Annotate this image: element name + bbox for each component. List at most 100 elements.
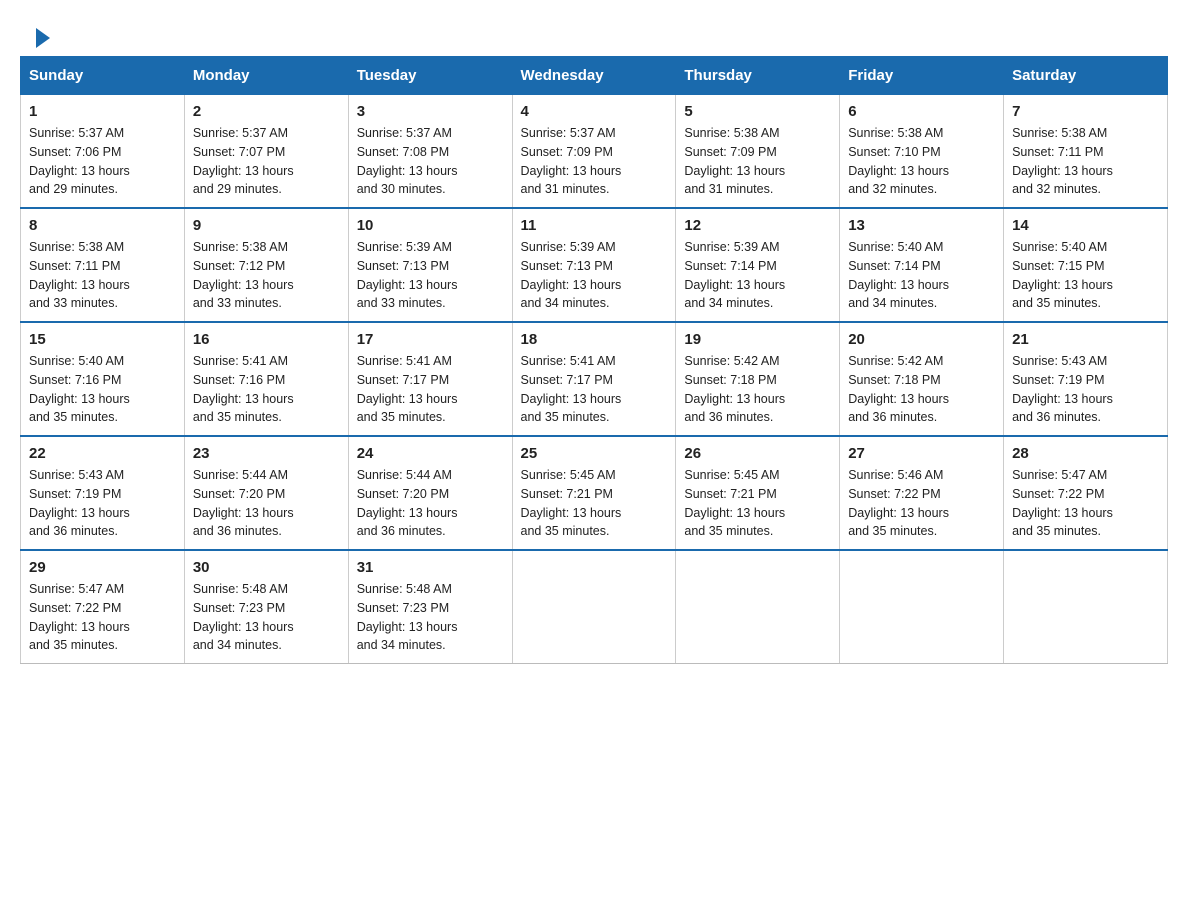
day-number: 7 xyxy=(1012,103,1159,120)
day-info: Sunrise: 5:39 AMSunset: 7:14 PMDaylight:… xyxy=(684,238,831,313)
day-cell-15: 15 Sunrise: 5:40 AMSunset: 7:16 PMDayligh… xyxy=(21,322,185,436)
logo-arrow-icon xyxy=(36,28,50,48)
weekday-header-monday: Monday xyxy=(184,57,348,95)
day-info: Sunrise: 5:43 AMSunset: 7:19 PMDaylight:… xyxy=(29,466,176,541)
week-row-4: 22 Sunrise: 5:43 AMSunset: 7:19 PMDayligh… xyxy=(21,436,1168,550)
day-info: Sunrise: 5:42 AMSunset: 7:18 PMDaylight:… xyxy=(848,352,995,427)
day-info: Sunrise: 5:40 AMSunset: 7:14 PMDaylight:… xyxy=(848,238,995,313)
week-row-2: 8Sunrise: 5:38 AMSunset: 7:11 PMDaylight… xyxy=(21,208,1168,322)
day-number: 4 xyxy=(521,103,668,120)
day-cell-6: 6Sunrise: 5:38 AMSunset: 7:10 PMDaylight… xyxy=(840,95,1004,209)
day-cell-23: 23 Sunrise: 5:44 AMSunset: 7:20 PMDayligh… xyxy=(184,436,348,550)
day-cell-5: 5Sunrise: 5:38 AMSunset: 7:09 PMDaylight… xyxy=(676,95,840,209)
day-cell-20: 20 Sunrise: 5:42 AMSunset: 7:18 PMDayligh… xyxy=(840,322,1004,436)
day-number: 11 xyxy=(521,217,668,234)
day-info: Sunrise: 5:44 AMSunset: 7:20 PMDaylight:… xyxy=(193,466,340,541)
day-info: Sunrise: 5:39 AMSunset: 7:13 PMDaylight:… xyxy=(357,238,504,313)
day-number: 9 xyxy=(193,217,340,234)
day-cell-26: 26Sunrise: 5:45 AMSunset: 7:21 PMDayligh… xyxy=(676,436,840,550)
day-cell-14: 14 Sunrise: 5:40 AMSunset: 7:15 PMDayligh… xyxy=(1004,208,1168,322)
day-info: Sunrise: 5:41 AMSunset: 7:16 PMDaylight:… xyxy=(193,352,340,427)
day-number: 27 xyxy=(848,445,995,462)
day-cell-13: 13 Sunrise: 5:40 AMSunset: 7:14 PMDayligh… xyxy=(840,208,1004,322)
weekday-header-sunday: Sunday xyxy=(21,57,185,95)
day-number: 10 xyxy=(357,217,504,234)
day-info: Sunrise: 5:47 AMSunset: 7:22 PMDaylight:… xyxy=(1012,466,1159,541)
day-info: Sunrise: 5:41 AMSunset: 7:17 PMDaylight:… xyxy=(521,352,668,427)
day-number: 23 xyxy=(193,445,340,462)
day-info: Sunrise: 5:42 AMSunset: 7:18 PMDaylight:… xyxy=(684,352,831,427)
day-number: 15 xyxy=(29,331,176,348)
weekday-header-row: SundayMondayTuesdayWednesdayThursdayFrid… xyxy=(21,57,1168,95)
day-info: Sunrise: 5:40 AMSunset: 7:16 PMDaylight:… xyxy=(29,352,176,427)
week-row-3: 15 Sunrise: 5:40 AMSunset: 7:16 PMDayligh… xyxy=(21,322,1168,436)
day-number: 3 xyxy=(357,103,504,120)
day-info: Sunrise: 5:37 AMSunset: 7:08 PMDaylight:… xyxy=(357,124,504,199)
day-number: 12 xyxy=(684,217,831,234)
weekday-header-thursday: Thursday xyxy=(676,57,840,95)
day-cell-28: 28Sunrise: 5:47 AMSunset: 7:22 PMDayligh… xyxy=(1004,436,1168,550)
weekday-header-tuesday: Tuesday xyxy=(348,57,512,95)
day-number: 30 xyxy=(193,559,340,576)
calendar-wrapper: SundayMondayTuesdayWednesdayThursdayFrid… xyxy=(0,56,1188,684)
day-info: Sunrise: 5:39 AMSunset: 7:13 PMDaylight:… xyxy=(521,238,668,313)
day-number: 29 xyxy=(29,559,176,576)
day-number: 31 xyxy=(357,559,504,576)
day-number: 19 xyxy=(684,331,831,348)
day-number: 1 xyxy=(29,103,176,120)
day-cell-25: 25Sunrise: 5:45 AMSunset: 7:21 PMDayligh… xyxy=(512,436,676,550)
day-number: 17 xyxy=(357,331,504,348)
weekday-header-saturday: Saturday xyxy=(1004,57,1168,95)
day-number: 26 xyxy=(684,445,831,462)
day-info: Sunrise: 5:47 AMSunset: 7:22 PMDaylight:… xyxy=(29,580,176,655)
day-cell-17: 17 Sunrise: 5:41 AMSunset: 7:17 PMDayligh… xyxy=(348,322,512,436)
page-header xyxy=(0,0,1188,56)
day-number: 5 xyxy=(684,103,831,120)
day-info: Sunrise: 5:45 AMSunset: 7:21 PMDaylight:… xyxy=(521,466,668,541)
day-cell-9: 9 Sunrise: 5:38 AMSunset: 7:12 PMDaylight… xyxy=(184,208,348,322)
day-info: Sunrise: 5:40 AMSunset: 7:15 PMDaylight:… xyxy=(1012,238,1159,313)
day-cell-27: 27Sunrise: 5:46 AMSunset: 7:22 PMDayligh… xyxy=(840,436,1004,550)
day-cell-21: 21 Sunrise: 5:43 AMSunset: 7:19 PMDayligh… xyxy=(1004,322,1168,436)
day-number: 8 xyxy=(29,217,176,234)
day-cell-30: 30 Sunrise: 5:48 AMSunset: 7:23 PMDayligh… xyxy=(184,550,348,664)
weekday-header-wednesday: Wednesday xyxy=(512,57,676,95)
logo xyxy=(32,24,50,44)
day-number: 16 xyxy=(193,331,340,348)
day-cell-1: 1 Sunrise: 5:37 AMSunset: 7:06 PMDaylight… xyxy=(21,95,185,209)
day-info: Sunrise: 5:48 AMSunset: 7:23 PMDaylight:… xyxy=(357,580,504,655)
day-number: 21 xyxy=(1012,331,1159,348)
day-number: 13 xyxy=(848,217,995,234)
day-number: 22 xyxy=(29,445,176,462)
day-cell-16: 16 Sunrise: 5:41 AMSunset: 7:16 PMDayligh… xyxy=(184,322,348,436)
day-number: 18 xyxy=(521,331,668,348)
day-info: Sunrise: 5:48 AMSunset: 7:23 PMDaylight:… xyxy=(193,580,340,655)
day-cell-10: 10 Sunrise: 5:39 AMSunset: 7:13 PMDayligh… xyxy=(348,208,512,322)
day-info: Sunrise: 5:38 AMSunset: 7:11 PMDaylight:… xyxy=(1012,124,1159,199)
day-number: 20 xyxy=(848,331,995,348)
day-info: Sunrise: 5:37 AMSunset: 7:06 PMDaylight:… xyxy=(29,124,176,199)
empty-cell xyxy=(512,550,676,664)
day-info: Sunrise: 5:41 AMSunset: 7:17 PMDaylight:… xyxy=(357,352,504,427)
week-row-5: 29 Sunrise: 5:47 AMSunset: 7:22 PMDayligh… xyxy=(21,550,1168,664)
day-number: 24 xyxy=(357,445,504,462)
day-info: Sunrise: 5:43 AMSunset: 7:19 PMDaylight:… xyxy=(1012,352,1159,427)
day-info: Sunrise: 5:38 AMSunset: 7:12 PMDaylight:… xyxy=(193,238,340,313)
day-info: Sunrise: 5:37 AMSunset: 7:09 PMDaylight:… xyxy=(521,124,668,199)
day-number: 2 xyxy=(193,103,340,120)
day-cell-31: 31 Sunrise: 5:48 AMSunset: 7:23 PMDayligh… xyxy=(348,550,512,664)
day-number: 14 xyxy=(1012,217,1159,234)
empty-cell xyxy=(1004,550,1168,664)
weekday-header-friday: Friday xyxy=(840,57,1004,95)
day-cell-11: 11 Sunrise: 5:39 AMSunset: 7:13 PMDayligh… xyxy=(512,208,676,322)
day-info: Sunrise: 5:44 AMSunset: 7:20 PMDaylight:… xyxy=(357,466,504,541)
day-number: 6 xyxy=(848,103,995,120)
day-cell-24: 24 Sunrise: 5:44 AMSunset: 7:20 PMDayligh… xyxy=(348,436,512,550)
day-info: Sunrise: 5:37 AMSunset: 7:07 PMDaylight:… xyxy=(193,124,340,199)
week-row-1: 1 Sunrise: 5:37 AMSunset: 7:06 PMDaylight… xyxy=(21,95,1168,209)
day-cell-2: 2 Sunrise: 5:37 AMSunset: 7:07 PMDaylight… xyxy=(184,95,348,209)
empty-cell xyxy=(676,550,840,664)
day-cell-3: 3 Sunrise: 5:37 AMSunset: 7:08 PMDaylight… xyxy=(348,95,512,209)
day-cell-29: 29 Sunrise: 5:47 AMSunset: 7:22 PMDayligh… xyxy=(21,550,185,664)
day-cell-8: 8Sunrise: 5:38 AMSunset: 7:11 PMDaylight… xyxy=(21,208,185,322)
